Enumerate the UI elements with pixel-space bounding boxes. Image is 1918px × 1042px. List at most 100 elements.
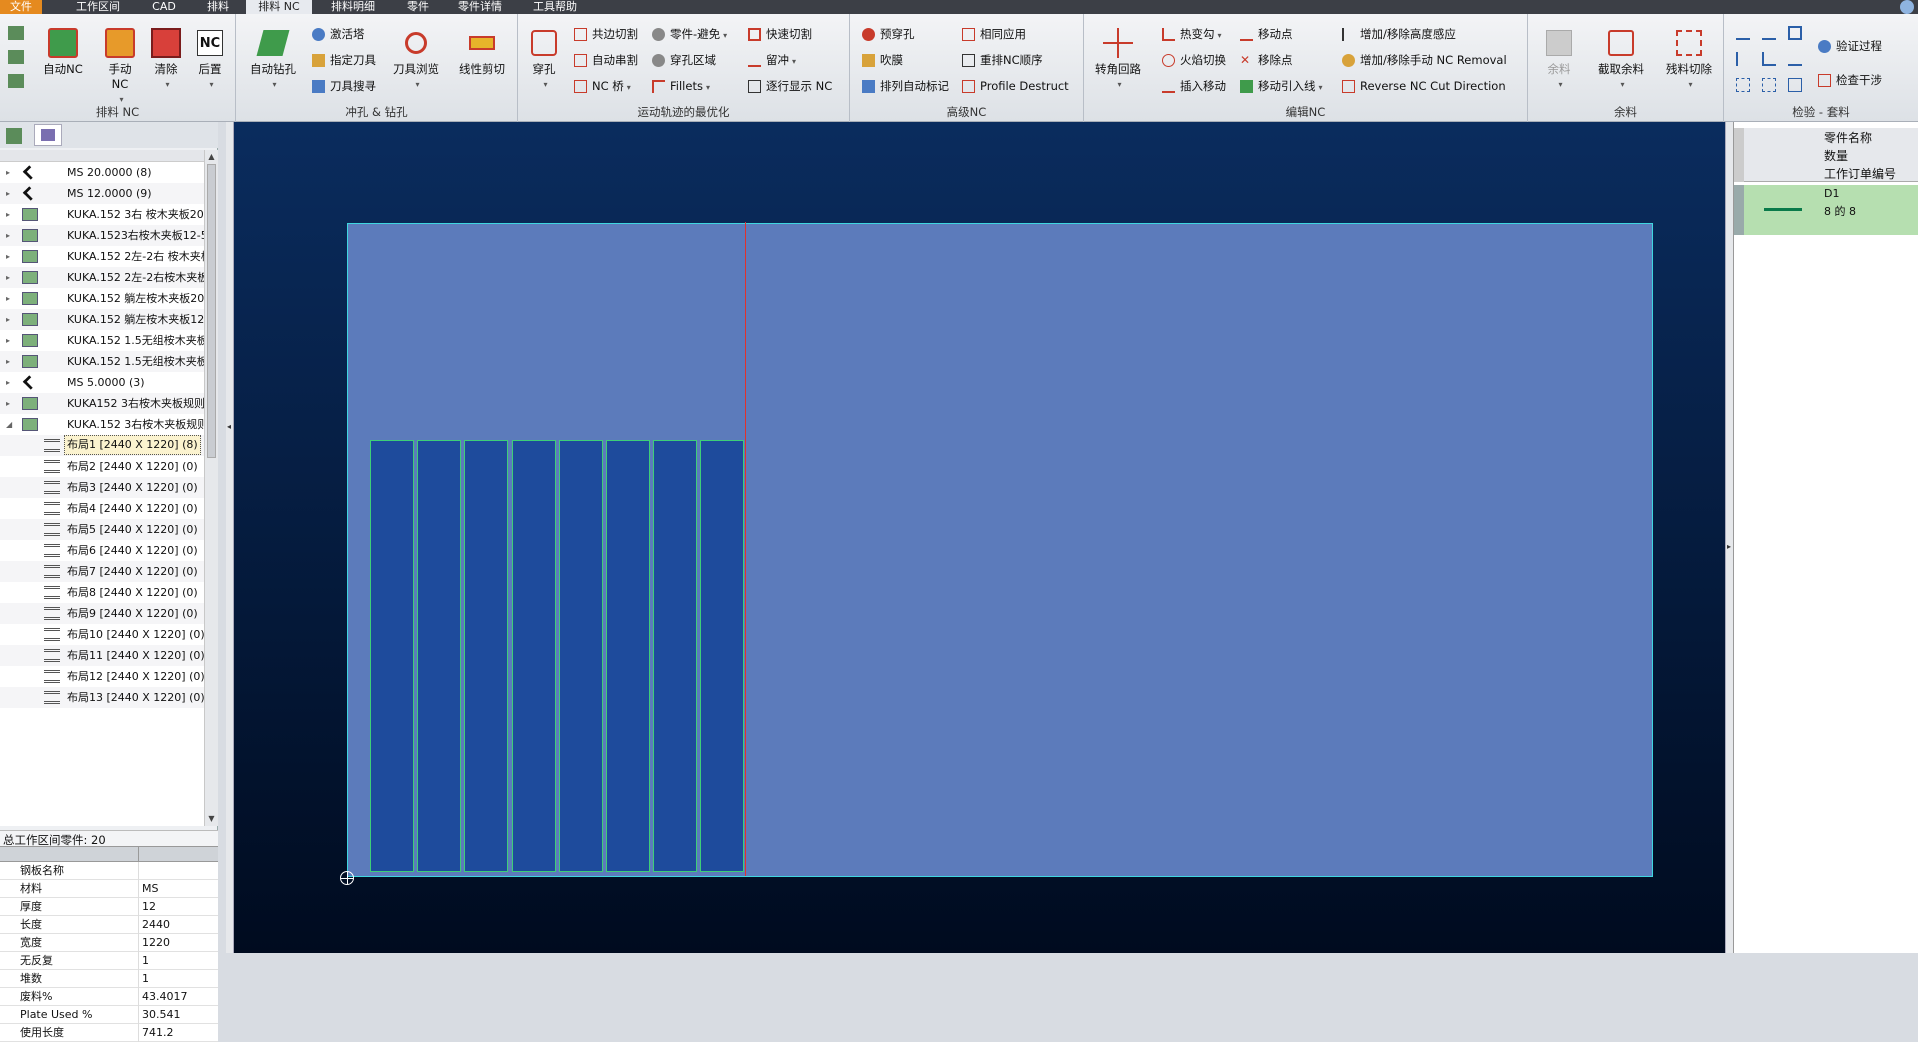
move-leadin-button[interactable]: 移动引入线 ▾ (1240, 76, 1323, 96)
expand-icon[interactable]: ▸ (6, 351, 10, 372)
assign-tool-button[interactable]: 指定刀具 (312, 50, 376, 70)
measure-icon[interactable] (1736, 52, 1750, 66)
auto-chain-button[interactable]: 自动串割 (574, 50, 638, 70)
measure-icon[interactable] (1762, 52, 1776, 66)
manual-nc-button[interactable]: 手动 NC ▾ (96, 26, 144, 107)
tool-search-button[interactable]: 刀具搜寻 (312, 76, 376, 96)
scrap-cut-button[interactable]: 残料切除 ▾ (1656, 26, 1722, 92)
nest-icon[interactable] (8, 26, 24, 40)
nested-part[interactable] (464, 440, 509, 872)
flame-switch-button[interactable]: 火焰切换 (1162, 50, 1226, 70)
tree-layout-item[interactable]: 布局7 [2440 X 1220] (0) (0, 561, 204, 582)
col-part-name[interactable]: 零件名称 (1824, 129, 1872, 146)
manual-nc-removal-button[interactable]: 增加/移除手动 NC Removal (1342, 50, 1507, 70)
tree-layout-item[interactable]: 布局4 [2440 X 1220] (0) (0, 498, 204, 519)
tree-layout-item[interactable]: 布局3 [2440 X 1220] (0) (0, 477, 204, 498)
auto-nc-button[interactable]: 自动NC (36, 26, 90, 77)
tab-tools-help[interactable]: 工具帮助 (522, 0, 588, 14)
measure-icon[interactable] (1788, 52, 1802, 66)
measure-icon[interactable] (1736, 26, 1750, 40)
tree-item[interactable]: ◢ KUKA.152 3右桉木夹板规则12-4 (0, 414, 204, 435)
tree-layout-item[interactable]: 布局8 [2440 X 1220] (0) (0, 582, 204, 603)
tree-item[interactable]: ▸ MS 12.0000 (9) (0, 183, 204, 204)
tree-layout-item[interactable]: 布局12 [2440 X 1220] (0) (0, 666, 204, 687)
measure-icon[interactable] (1788, 26, 1802, 40)
check-interference-button[interactable]: 检查干涉 (1818, 70, 1882, 90)
part-row[interactable]: D1 8 的 8 (1734, 185, 1918, 235)
expand-icon[interactable]: ▸ (6, 330, 10, 351)
nc-bridge-button[interactable]: NC 桥 ▾ (574, 76, 631, 96)
measure-icon[interactable] (1788, 78, 1802, 92)
corner-loop-button[interactable]: 转角回路 ▾ (1090, 26, 1146, 92)
scroll-up-icon[interactable]: ▲ (206, 152, 217, 162)
remnant-button[interactable]: 余料 ▾ (1534, 26, 1584, 92)
expand-icon[interactable]: ▸ (6, 204, 10, 225)
tree-item[interactable]: ▸ KUKA.152 2左-2右 桉木夹板20-5 (0, 246, 204, 267)
cut-remnant-button[interactable]: 截取余料 ▾ (1588, 26, 1654, 92)
row-selector[interactable] (1734, 185, 1744, 235)
tree-layout-item[interactable]: 布局2 [2440 X 1220] (0) (0, 456, 204, 477)
nested-part[interactable] (653, 440, 698, 872)
auto-mark-button[interactable]: 排列自动标记 (862, 76, 949, 96)
tree-view-tab-icon[interactable] (6, 128, 22, 144)
tree-item[interactable]: ▸ KUKA152 3右桉木夹板规则20-4 (0, 393, 204, 414)
tree-layout-item[interactable]: 布局1 [2440 X 1220] (8) (0, 435, 204, 456)
tab-part-details[interactable]: 零件详情 (448, 0, 512, 14)
property-row[interactable]: 堆数 1 (0, 970, 218, 988)
expand-icon[interactable]: ▸ (6, 267, 10, 288)
tree-layout-item[interactable]: 布局13 [2440 X 1220] (0) (0, 687, 204, 708)
scroll-thumb[interactable] (207, 164, 216, 458)
auto-drill-button[interactable]: 自动钻孔 ▾ (246, 26, 300, 92)
expand-icon[interactable]: ▸ (6, 162, 10, 183)
measure-icon[interactable] (1736, 78, 1750, 92)
nested-part[interactable] (417, 440, 462, 872)
tree-item[interactable]: ▸ KUKA.152 躺左桉木夹板12-5 (0, 309, 204, 330)
pierce-button[interactable]: 穿孔 ▾ (524, 26, 564, 92)
tool-browse-button[interactable]: 刀具浏览 ▾ (386, 26, 446, 92)
tree-item[interactable]: ▸ KUKA.152 3右 桉木夹板20-5 (0, 204, 204, 225)
profile-destruct-button[interactable]: Profile Destruct (962, 76, 1069, 96)
tree-layout-item[interactable]: 布局9 [2440 X 1220] (0) (0, 603, 204, 624)
tab-parts[interactable]: 零件 (398, 0, 438, 14)
expand-icon[interactable]: ▸ (6, 393, 10, 414)
insert-move-button[interactable]: 插入移动 (1162, 76, 1226, 96)
property-row[interactable]: 宽度 1220 (0, 934, 218, 952)
col-work-order[interactable]: 工作订单编号 (1824, 165, 1896, 182)
verify-process-button[interactable]: 验证过程 (1818, 36, 1882, 56)
tree-scrollbar[interactable]: ▲ ▼ (204, 150, 218, 826)
tree-layout-item[interactable]: 布局11 [2440 X 1220] (0) (0, 645, 204, 666)
clear-button[interactable]: 清除 ▾ (144, 26, 188, 92)
property-row[interactable]: 钢板名称 (0, 862, 218, 880)
property-row[interactable]: 长度 2440 (0, 916, 218, 934)
part-avoid-button[interactable]: 零件-避免 ▾ (652, 24, 727, 44)
nested-part[interactable] (606, 440, 650, 872)
tree-item[interactable]: ▸ KUKA.152 1.5无组桉木夹板12-5 (0, 351, 204, 372)
pierce-area-button[interactable]: 穿孔区域 (652, 50, 716, 70)
property-row[interactable]: 材料 MS (0, 880, 218, 898)
nested-part[interactable] (700, 440, 745, 872)
tree-layout-item[interactable]: 布局5 [2440 X 1220] (0) (0, 519, 204, 540)
property-row[interactable]: 厚度 12 (0, 898, 218, 916)
property-row[interactable]: 无反复 1 (0, 952, 218, 970)
reverse-cut-button[interactable]: Reverse NC Cut Direction (1342, 76, 1506, 96)
tree-item[interactable]: ▸ KUKA.152 1.5无组桉木夹板20-5 (0, 330, 204, 351)
reorder-nc-button[interactable]: 重排NC顺序 (962, 50, 1043, 70)
blow-film-button[interactable]: 吹膜 (862, 50, 903, 70)
activate-turret-button[interactable]: 激活塔 (312, 24, 365, 44)
tab-file[interactable]: 文件 (0, 0, 42, 14)
expand-icon[interactable]: ▸ (6, 246, 10, 267)
tab-workspace[interactable]: 工作区间 (58, 0, 138, 14)
expand-icon[interactable]: ◢ (6, 414, 12, 435)
linear-shear-button[interactable]: 线性剪切 (450, 26, 514, 77)
col-quantity[interactable]: 数量 (1824, 147, 1848, 164)
help-icon[interactable] (1900, 0, 1914, 14)
height-sense-button[interactable]: 增加/移除高度感应 (1342, 24, 1456, 44)
measure-icon[interactable] (1762, 78, 1776, 92)
tree-item[interactable]: ▸ KUKA.1523右桉木夹板12-5 (0, 225, 204, 246)
scroll-down-icon[interactable]: ▼ (206, 814, 217, 824)
nested-part[interactable] (558, 440, 603, 872)
remove-point-button[interactable]: ✕ 移除点 (1240, 50, 1293, 70)
pre-pierce-button[interactable]: 预穿孔 (862, 24, 915, 44)
tree-layout-item[interactable]: 布局6 [2440 X 1220] (0) (0, 540, 204, 561)
step-show-nc-button[interactable]: 逐行显示 NC (748, 76, 832, 96)
